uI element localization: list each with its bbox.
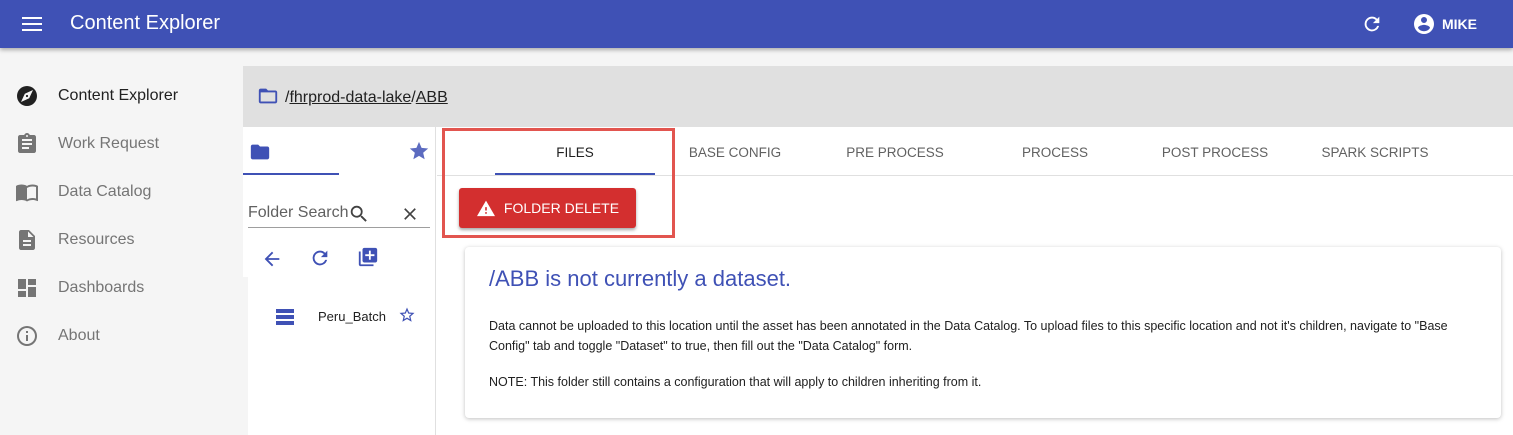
breadcrumb-link-root[interactable]: fhrprod-data-lake	[289, 89, 411, 106]
folder-tree-panel: Peru_Batch	[243, 127, 436, 435]
sidebar: Content Explorer Work Request Data Catal…	[0, 48, 243, 435]
search-icon[interactable]	[348, 203, 370, 225]
star-filled-icon[interactable]	[408, 140, 430, 162]
tab-base-config[interactable]: BASE CONFIG	[655, 145, 815, 160]
sidebar-item-label: Resources	[58, 231, 135, 248]
highlight-box	[442, 128, 675, 238]
book-icon	[16, 184, 38, 202]
active-tab-indicator	[243, 173, 339, 175]
sidebar-item-label: Content Explorer	[58, 87, 179, 104]
dashboard-icon	[18, 279, 36, 297]
sidebar-item-resources[interactable]: Resources	[0, 216, 243, 264]
folder-tab-icon[interactable]	[248, 141, 272, 163]
sidebar-item-content-explorer[interactable]: Content Explorer	[0, 72, 243, 120]
user-menu-button[interactable]: MIKE	[1412, 12, 1477, 36]
refresh-tree-icon[interactable]	[309, 247, 331, 269]
document-icon	[19, 230, 35, 250]
sidebar-item-dashboards[interactable]: Dashboards	[0, 264, 243, 312]
hamburger-menu-icon[interactable]	[22, 14, 44, 34]
app-title: Content Explorer	[70, 12, 221, 34]
content-area: FILES BASE CONFIG PRE PROCESS PROCESS PO…	[437, 127, 1513, 435]
tree-scroll-strip	[243, 277, 248, 435]
sidebar-item-data-catalog[interactable]: Data Catalog	[0, 168, 243, 216]
compass-icon	[17, 86, 37, 106]
sidebar-item-label: Dashboards	[58, 279, 145, 296]
folder-search-field	[248, 202, 430, 228]
star-outline-icon[interactable]	[398, 306, 416, 324]
notice-note: NOTE: This folder still contains a confi…	[489, 375, 982, 389]
sidebar-item-about[interactable]: About	[0, 312, 243, 360]
list-item[interactable]: Peru_Batch	[273, 305, 423, 329]
folder-outline-icon	[258, 88, 278, 104]
list-icon	[276, 309, 294, 325]
tab-post-process[interactable]: POST PROCESS	[1135, 145, 1295, 160]
breadcrumb: /fhrprod-data-lake/ABB	[285, 89, 448, 107]
main-area: /fhrprod-data-lake/ABB Peru_Batch FILES …	[243, 66, 1513, 435]
user-name: MIKE	[1442, 16, 1477, 32]
tab-process[interactable]: PROCESS	[975, 145, 1135, 160]
sidebar-item-label: About	[58, 327, 100, 344]
app-bar: Content Explorer MIKE	[0, 0, 1513, 48]
tab-pre-process[interactable]: PRE PROCESS	[815, 145, 975, 160]
tab-spark-scripts[interactable]: SPARK SCRIPTS	[1295, 145, 1455, 160]
list-item-label: Peru_Batch	[318, 309, 386, 324]
path-bar: /fhrprod-data-lake/ABB	[243, 66, 1513, 127]
breadcrumb-link-current[interactable]: ABB	[416, 89, 448, 106]
notice-body: Data cannot be uploaded to this location…	[489, 319, 1448, 353]
refresh-icon[interactable]	[1361, 13, 1383, 35]
sidebar-item-work-request[interactable]: Work Request	[0, 120, 243, 168]
clipboard-icon	[18, 133, 36, 153]
sidebar-item-label: Work Request	[58, 135, 160, 152]
notice-title: /ABB is not currently a dataset.	[489, 266, 792, 291]
folder-search-input[interactable]	[248, 204, 348, 222]
sidebar-item-label: Data Catalog	[58, 183, 152, 200]
account-circle-icon	[1414, 14, 1434, 34]
add-folder-icon[interactable]	[357, 246, 379, 268]
back-arrow-icon[interactable]	[261, 248, 283, 270]
close-icon[interactable]	[400, 204, 420, 224]
dataset-notice-card: /ABB is not currently a dataset. Data ca…	[465, 247, 1501, 418]
info-icon	[17, 326, 37, 346]
